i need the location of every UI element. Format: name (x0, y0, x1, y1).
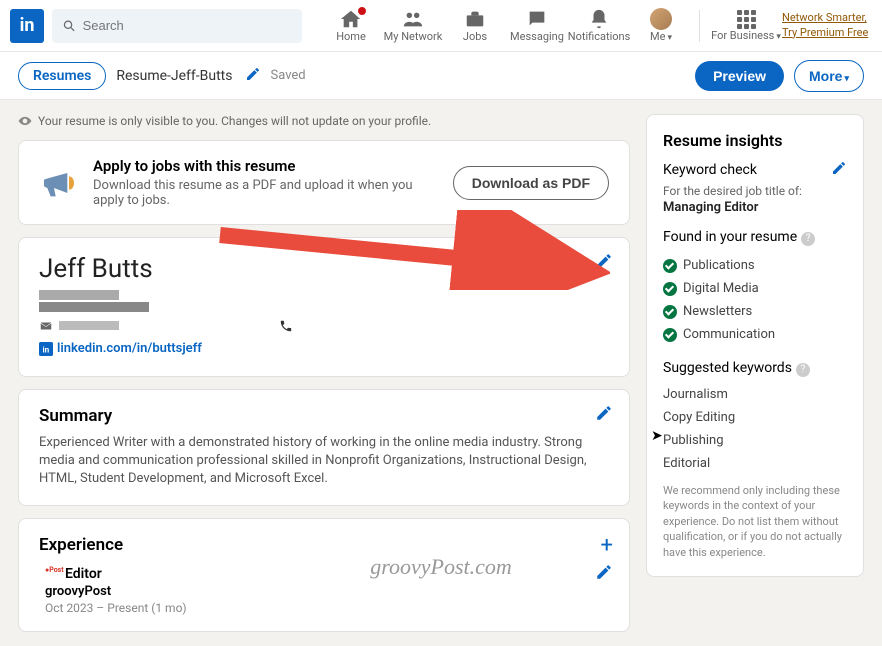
nav-label: Jobs (463, 30, 487, 43)
visibility-notice: Your resume is only visible to you. Chan… (18, 114, 630, 128)
apply-title: Apply to jobs with this resume (93, 157, 439, 175)
list-item: Newsletters (663, 300, 847, 323)
list-item: Editorial (663, 452, 847, 475)
insights-heading: Resume insights (663, 131, 847, 150)
suggested-keywords-list: Journalism Copy Editing Publishing Edito… (663, 383, 847, 475)
apply-card: Apply to jobs with this resume Download … (18, 140, 630, 225)
experience-heading: Experience (39, 535, 609, 555)
email-row (39, 318, 119, 333)
premium-link[interactable]: Network Smarter, Try Premium Free (782, 11, 872, 40)
doc-title: Resume-Jeff-Butts (116, 68, 232, 84)
nav-label: Messaging (510, 30, 564, 43)
job-title: Editor (65, 566, 102, 582)
edit-header-icon[interactable] (595, 252, 613, 274)
help-icon[interactable]: ? (801, 232, 815, 246)
nav-messaging[interactable]: Messaging (507, 8, 567, 43)
briefcase-icon (464, 8, 486, 30)
eye-icon (18, 114, 32, 128)
add-experience-icon[interactable]: + (601, 533, 613, 558)
found-keywords-list: Publications Digital Media Newsletters C… (663, 254, 847, 346)
nav-home[interactable]: Home (321, 8, 381, 43)
list-item: Publishing (663, 429, 847, 452)
check-icon (663, 282, 677, 296)
search-icon (62, 18, 77, 34)
help-icon[interactable]: ? (796, 363, 810, 377)
nav-label: For Business (711, 29, 781, 42)
list-item: Copy Editing (663, 406, 847, 429)
saved-status: Saved (271, 68, 306, 83)
check-icon (663, 305, 677, 319)
nav-label: Me (650, 30, 672, 43)
list-item: Publications (663, 254, 847, 277)
nav-network[interactable]: My Network (383, 8, 443, 43)
edit-summary-icon[interactable] (595, 404, 613, 426)
watermark: groovyPost.com (370, 554, 512, 580)
search-input[interactable] (83, 18, 292, 33)
nav-notifications[interactable]: Notifications (569, 8, 629, 43)
company-logo: ●Post (45, 566, 59, 580)
summary-card: Summary Experienced Writer with a demons… (18, 389, 630, 506)
edit-experience-icon[interactable] (595, 563, 613, 585)
avatar (650, 8, 672, 30)
bell-icon (588, 8, 610, 30)
edit-keyword-icon[interactable] (831, 160, 847, 180)
search-box[interactable] (52, 9, 302, 43)
email-icon (39, 319, 53, 333)
nav-me[interactable]: Me (631, 8, 691, 43)
resume-name: Jeff Butts (39, 254, 609, 284)
check-icon (663, 259, 677, 273)
target-job-title: Managing Editor (663, 200, 847, 215)
more-button[interactable]: More (794, 60, 864, 92)
suggested-note: We recommend only including these keywor… (663, 483, 847, 560)
rename-icon[interactable] (245, 66, 261, 86)
network-icon (402, 8, 424, 30)
insights-card: Resume insights Keyword check For the de… (646, 114, 864, 577)
message-icon (526, 8, 548, 30)
keyword-check-label: Keyword check (663, 162, 757, 178)
nav-label: Notifications (568, 30, 631, 43)
toolbar: Resumes Resume-Jeff-Butts Saved Preview … (0, 52, 882, 100)
for-business-menu[interactable]: For Business (710, 10, 782, 42)
redacted-info (39, 290, 609, 312)
insights-desc: For the desired job title of: (663, 184, 847, 198)
experience-card: + Experience ●Post Editor groovyPost Oct … (18, 518, 630, 632)
nav-label: My Network (384, 30, 443, 43)
list-item: Digital Media (663, 277, 847, 300)
phone-row (279, 318, 293, 333)
phone-icon (279, 319, 293, 333)
apply-desc: Download this resume as a PDF and upload… (93, 178, 439, 208)
summary-heading: Summary (39, 406, 609, 426)
job-dates: Oct 2023 – Present (1 mo) (45, 601, 609, 615)
notification-badge (357, 6, 367, 16)
summary-text: Experienced Writer with a demonstrated h… (39, 434, 609, 489)
nav-label: Home (336, 30, 366, 43)
linkedin-url[interactable]: in linkedin.com/in/buttsjeff (39, 341, 609, 356)
company-name: groovyPost (45, 584, 609, 599)
list-item: Communication (663, 323, 847, 346)
suggested-heading: Suggested keywords? (663, 360, 847, 377)
linkedin-logo[interactable]: in (10, 9, 44, 43)
svg-text:in: in (43, 344, 50, 354)
preview-button[interactable]: Preview (695, 61, 784, 91)
download-pdf-button[interactable]: Download as PDF (453, 166, 609, 200)
resume-header-card: Jeff Butts in linkedin.com/in/buttsjeff (18, 237, 630, 377)
top-nav: in Home My Network Jobs Messaging Notifi… (0, 0, 882, 52)
resumes-pill[interactable]: Resumes (18, 62, 106, 90)
found-heading: Found in your resume? (663, 229, 847, 246)
apps-icon (737, 10, 756, 29)
mouse-cursor: ➤ (651, 428, 663, 444)
megaphone-icon (39, 163, 79, 203)
linkedin-icon: in (39, 342, 53, 356)
check-icon (663, 328, 677, 342)
list-item: Journalism (663, 383, 847, 406)
nav-jobs[interactable]: Jobs (445, 8, 505, 43)
